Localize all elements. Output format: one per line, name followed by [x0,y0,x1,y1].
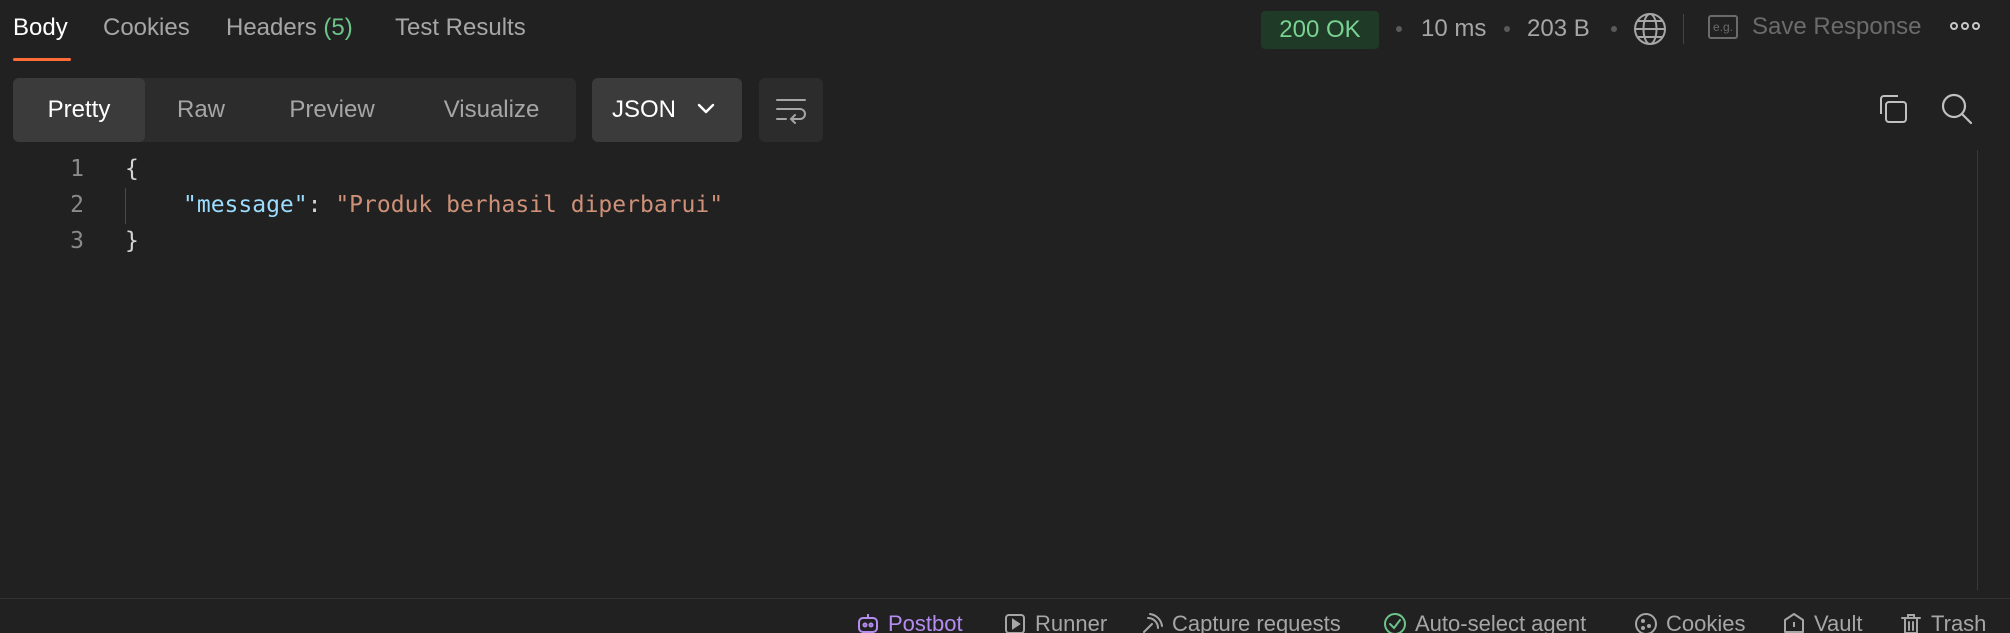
json-colon: : [307,192,336,218]
line-number: 2 [70,192,84,218]
format-select[interactable]: JSON [592,78,742,142]
runner-label: Runner [1035,611,1108,633]
cookies-label: Cookies [1666,611,1746,633]
mode-visualize-button[interactable]: Visualize [407,78,576,142]
tab-cookies[interactable]: Cookies [103,14,190,42]
runner-icon [1005,614,1025,633]
vault-button[interactable]: Vault [1782,611,1863,633]
chevron-down-icon [697,103,715,114]
separator-dot [1504,26,1510,32]
json-key: "message" [183,192,308,218]
line-number: 3 [70,228,84,254]
wrap-lines-button[interactable] [759,78,823,142]
indent-guide [125,188,126,224]
capture-icon [1143,613,1163,633]
divider [1683,14,1684,44]
status-bar: Postbot Runner Capture requests Auto-sel… [0,598,2010,633]
format-select-value: JSON [612,96,677,123]
mode-preview-button[interactable]: Preview [257,78,407,142]
tab-body[interactable]: Body [13,14,68,42]
globe-icon[interactable] [1633,12,1667,51]
save-response-label: Save Response [1752,13,1922,40]
save-response-button[interactable]: e.g. Save Response [1708,13,1921,41]
headers-count-badge: (5) [323,14,353,41]
example-icon: e.g. [1708,15,1738,39]
mode-pretty-button[interactable]: Pretty [13,78,145,142]
postbot-button[interactable]: Postbot [856,611,963,633]
search-icon[interactable] [1940,92,1974,131]
status-badge[interactable]: 200 OK [1261,11,1379,49]
separator-dot [1396,26,1402,32]
vault-label: Vault [1814,611,1863,633]
postbot-label: Postbot [888,611,963,633]
active-tab-indicator [13,58,71,61]
copy-icon[interactable] [1876,92,1910,131]
vault-icon [1784,613,1804,633]
trash-icon [1901,614,1921,633]
response-size[interactable]: 203 B [1527,15,1590,43]
trash-label: Trash [1931,611,1987,633]
cookies-button[interactable]: Cookies [1634,611,1745,633]
response-time[interactable]: 10 ms [1421,15,1486,43]
view-mode-group: Pretty Raw Preview Visualize [13,78,576,142]
runner-button[interactable]: Runner [1003,611,1107,633]
json-open-brace: { [125,156,139,182]
tab-test-results[interactable]: Test Results [395,14,526,42]
auto-select-agent-button[interactable]: Auto-select agent [1383,611,1586,633]
json-value: "Produk berhasil diperbarui" [335,192,724,218]
postbot-icon [858,614,878,633]
capture-label: Capture requests [1172,611,1341,633]
cookie-icon [1635,613,1657,633]
wrap-lines-icon [776,99,806,124]
json-line: "message": "Produk berhasil diperbarui" [183,192,723,218]
separator-dot [1611,26,1617,32]
response-editor[interactable]: 1 2 3 { "message": "Produk berhasil dipe… [0,150,1970,590]
capture-requests-button[interactable]: Capture requests [1140,611,1341,633]
trash-button[interactable]: Trash [1899,611,1986,633]
tab-headers[interactable]: Headers (5) [226,14,353,42]
more-icon[interactable] [1950,22,1980,30]
response-tabbar: Body Cookies Headers (5) Test Results 20… [0,0,2010,61]
json-close-brace: } [125,228,139,254]
line-number: 1 [70,156,84,182]
tab-headers-label: Headers [226,14,317,41]
agent-label: Auto-select agent [1415,611,1587,633]
mode-raw-button[interactable]: Raw [145,78,257,142]
check-circle-icon [1384,613,1406,633]
scrollbar[interactable] [1977,150,1978,590]
